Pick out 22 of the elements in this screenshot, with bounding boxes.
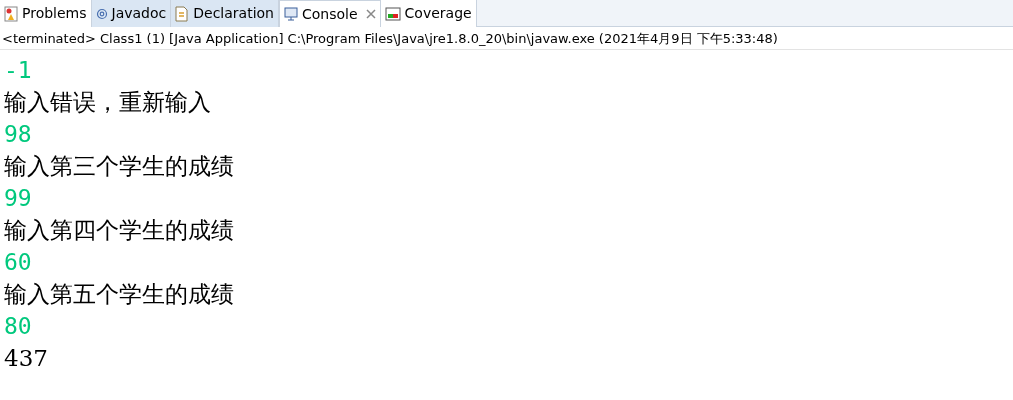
problems-icon [4,5,18,22]
tab[interactable]: Declaration [171,0,279,27]
tab[interactable]: Console [279,0,381,27]
input-text: 99 [4,184,32,213]
output-text: 输入错误，重新输入 [4,88,211,117]
coverage-icon [384,6,401,21]
input-text: -1 [4,56,32,85]
at-sign-icon [95,7,108,20]
output-text: 437 [4,344,48,373]
output-text: 输入第五个学生的成绩 [4,280,234,309]
close-icon[interactable] [365,9,376,19]
output-text: 输入第三个学生的成绩 [4,152,234,181]
document-icon [175,5,190,22]
tab[interactable]: Problems [0,0,92,27]
tab[interactable]: Javadoc [91,0,172,27]
monitor-icon [284,7,298,21]
input-text: 98 [4,120,32,149]
tab[interactable]: Coverage [380,0,477,27]
console-status: <terminated> Class1 (1) [Java Application] C:\Program Files\Java\jre1.8.0_20\bin\javaw.exe (2021年4月9日 下午5:33:48) [0,27,1013,50]
input-text: 80 [4,312,32,341]
output-text: 输入第四个学生的成绩 [4,216,234,245]
input-text: 60 [4,248,32,277]
